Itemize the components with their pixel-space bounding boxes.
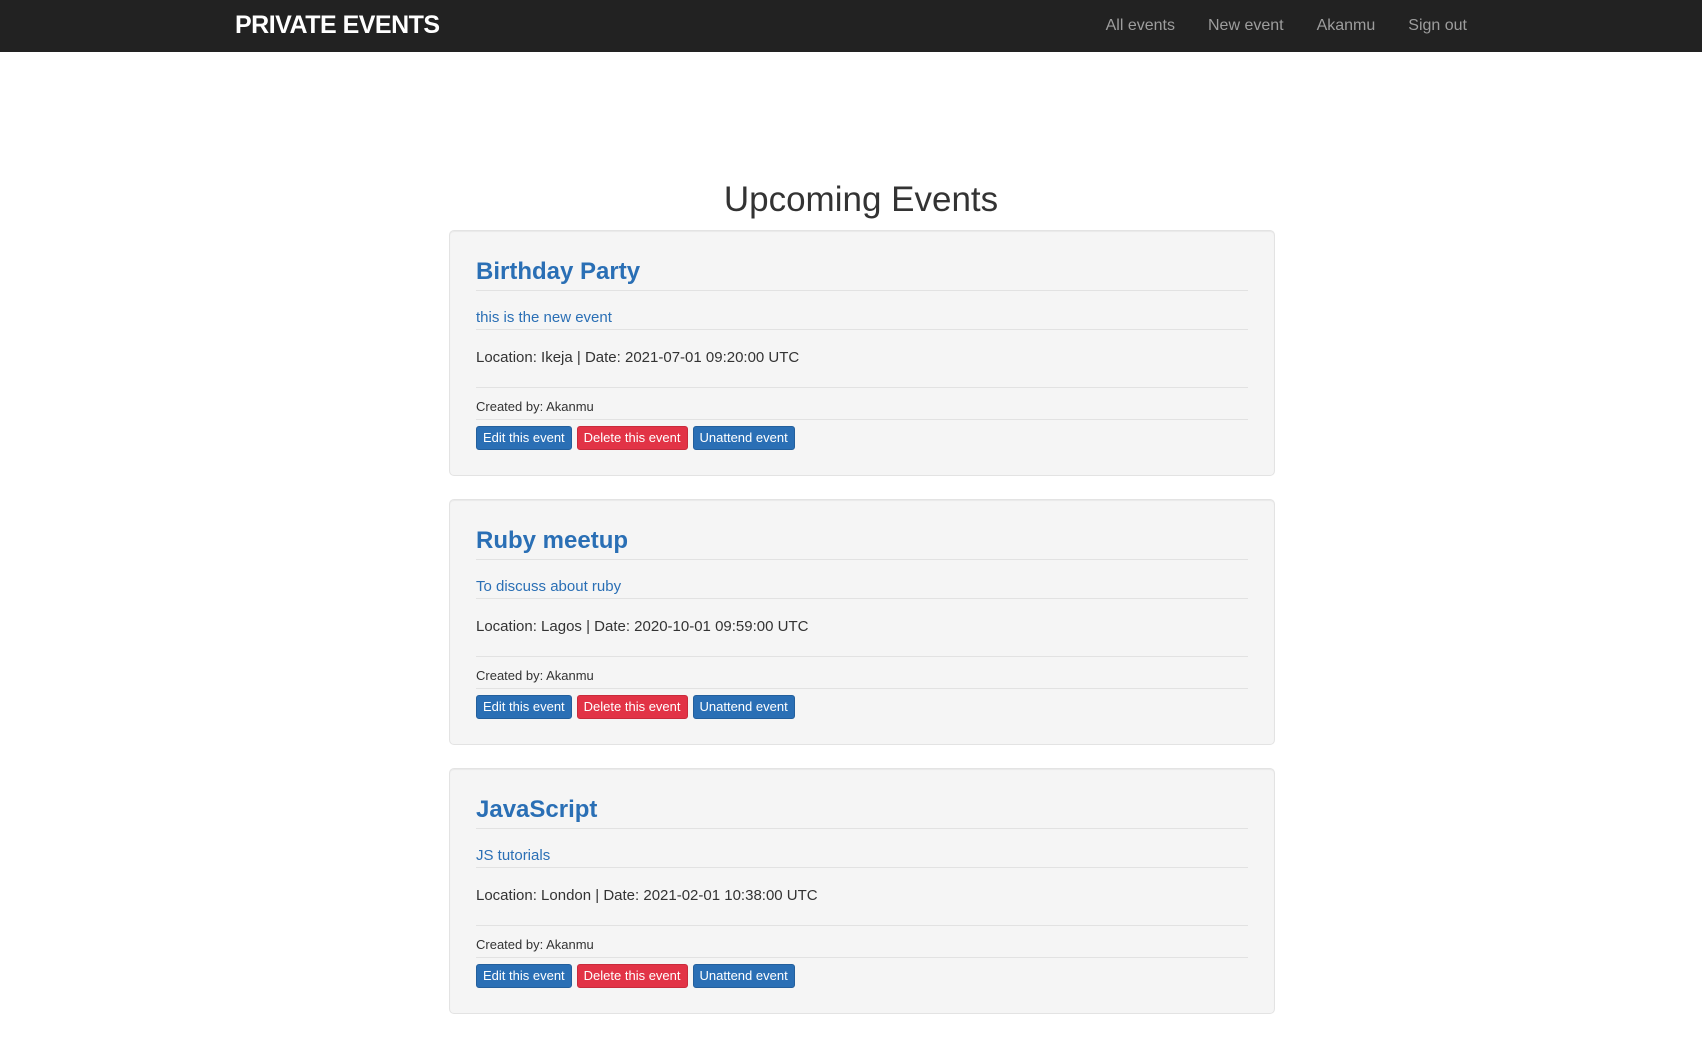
nav-user-profile-link[interactable]: Akanmu (1317, 17, 1376, 35)
event-location-date: Location: Lagos | Date: 2020-10-01 09:59… (476, 618, 809, 635)
delete-event-button[interactable]: Delete this event (576, 695, 688, 719)
divider (476, 387, 1248, 388)
event-description-link[interactable]: this is the new event (476, 307, 1248, 330)
event-location-date: Location: London | Date: 2021-02-01 10:3… (476, 887, 818, 904)
event-actions: Edit this event Delete this event Unatte… (476, 964, 1248, 988)
edit-event-button[interactable]: Edit this event (476, 695, 572, 719)
event-card: Birthday Party this is the new event Loc… (449, 230, 1275, 476)
unattend-event-button[interactable]: Unattend event (692, 426, 795, 450)
event-description-link[interactable]: To discuss about ruby (476, 576, 1248, 599)
event-actions: Edit this event Delete this event Unatte… (476, 426, 1248, 450)
event-creator: Created by: Akanmu (476, 398, 1248, 420)
event-location-date: Location: Ikeja | Date: 2021-07-01 09:20… (476, 349, 800, 366)
divider (476, 656, 1248, 657)
nav-new-event-link[interactable]: New event (1208, 17, 1284, 35)
brand-logo-link[interactable]: PRIVATE EVENTS (235, 0, 440, 52)
event-creator: Created by: Akanmu (476, 667, 1248, 689)
event-creator: Created by: Akanmu (476, 936, 1248, 958)
event-actions: Edit this event Delete this event Unatte… (476, 695, 1248, 719)
event-title-link[interactable]: JavaScript (476, 769, 1248, 829)
nav-links: All events New event Akanmu Sign out (1073, 0, 1467, 52)
event-list: Birthday Party this is the new event Loc… (449, 230, 1275, 1037)
event-title-link[interactable]: Birthday Party (476, 231, 1248, 291)
top-navbar: PRIVATE EVENTS All events New event Akan… (0, 0, 1702, 52)
page-title: Upcoming Events (723, 180, 999, 219)
event-description-link[interactable]: JS tutorials (476, 845, 1248, 868)
nav-sign-out-link[interactable]: Sign out (1408, 17, 1467, 35)
divider (476, 925, 1248, 926)
unattend-event-button[interactable]: Unattend event (692, 964, 795, 988)
event-title-link[interactable]: Ruby meetup (476, 500, 1248, 560)
event-card: JavaScript JS tutorials Location: London… (449, 768, 1275, 1014)
edit-event-button[interactable]: Edit this event (476, 426, 572, 450)
event-card: Ruby meetup To discuss about ruby Locati… (449, 499, 1275, 745)
nav-all-events-link[interactable]: All events (1106, 17, 1175, 35)
delete-event-button[interactable]: Delete this event (576, 964, 688, 988)
delete-event-button[interactable]: Delete this event (576, 426, 688, 450)
unattend-event-button[interactable]: Unattend event (692, 695, 795, 719)
edit-event-button[interactable]: Edit this event (476, 964, 572, 988)
